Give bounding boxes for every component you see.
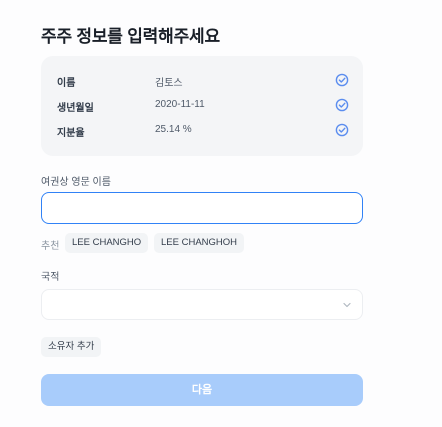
english-name-input[interactable] [41,192,363,224]
shareholder-summary-card: 이름 김토스 생년월일 2020-11-11 지분율 25.14 % [41,56,363,156]
summary-value: 김토스 [155,78,183,89]
summary-label: 지분율 [57,128,85,139]
check-circle-icon [335,73,349,87]
nationality-select[interactable] [41,289,363,320]
summary-label: 생년월일 [57,103,94,114]
page-title: 주주 정보를 입력해주세요 [41,27,220,46]
add-owner-button[interactable]: 소유자 추가 [41,337,102,357]
summary-value: 2020-11-11 [155,99,205,110]
summary-row-name: 이름 김토스 [41,70,363,90]
next-button[interactable]: 다음 [41,374,363,406]
chevron-down-icon [343,302,351,308]
check-circle-icon [335,123,349,137]
check-circle-icon [335,98,349,112]
summary-value: 25.14 % [155,124,192,135]
summary-row-birthdate: 생년월일 2020-11-11 [41,95,363,115]
suggestion-chip[interactable]: LEE CHANGHO [65,233,149,253]
summary-label: 이름 [57,78,76,89]
summary-row-share-ratio: 지분율 25.14 % [41,120,363,140]
english-name-label: 여권상 영문 이름 [41,177,111,188]
suggestion-chip[interactable]: LEE CHANGHOH [154,233,245,253]
nationality-label: 국적 [41,272,60,283]
suggestion-label: 추천 [41,241,60,252]
